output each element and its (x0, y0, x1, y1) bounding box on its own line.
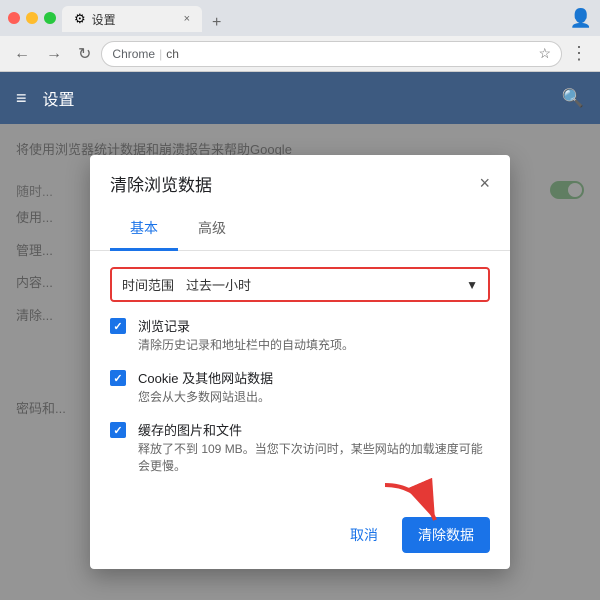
checkbox-title-3: 缓存的图片和文件 (138, 420, 490, 439)
checkbox-wrapper-3: ✓ (110, 422, 126, 438)
modal-overlay: 清除浏览数据 × 基本 高级 时间范围 过去一小时 ▼ (0, 124, 600, 600)
address-text: ch (166, 47, 534, 61)
dialog-title: 清除浏览数据 (110, 171, 212, 196)
dialog-footer: 取消 清除数据 (90, 505, 510, 569)
forward-button[interactable]: → (40, 41, 68, 67)
checkbox-item-cache: ✓ 缓存的图片和文件 释放了不到 109 MB。当您下次访问时，某些网站的加载速… (110, 420, 490, 475)
checkmark-icon-2: ✓ (113, 372, 122, 385)
checkmark-icon-3: ✓ (113, 424, 122, 437)
browser-frame: ⚙ 设置 × + 👤 ← → ↻ Chrome | ch ☆ ⋮ ≡ 设置 🔍 (0, 0, 600, 600)
checkbox-item-browsing-history: ✓ 浏览记录 清除历史记录和地址栏中的自动填充项。 (110, 316, 490, 354)
tab-advanced[interactable]: 高级 (178, 208, 246, 251)
checkbox-desc-1: 清除历史记录和地址栏中的自动填充项。 (138, 337, 354, 354)
page-content: ≡ 设置 🔍 将使用浏览器统计数据和崩溃报告来帮助Google 随时... 使用… (0, 72, 600, 600)
refresh-button[interactable]: ↻ (72, 40, 97, 68)
tab-close-button[interactable]: × (184, 13, 190, 25)
settings-background: 将使用浏览器统计数据和崩溃报告来帮助Google 随时... 使用... 管理.… (0, 124, 600, 600)
bookmark-star-icon[interactable]: ☆ (538, 45, 551, 62)
time-range-row[interactable]: 时间范围 过去一小时 ▼ (110, 267, 490, 302)
checkbox-content-2: Cookie 及其他网站数据 您会从大多数网站退出。 (138, 368, 273, 406)
traffic-lights (8, 12, 56, 24)
tab-basic[interactable]: 基本 (110, 208, 178, 251)
checkbox-cookies[interactable]: ✓ (110, 370, 126, 386)
checkbox-cache[interactable]: ✓ (110, 422, 126, 438)
settings-header: ≡ 设置 🔍 (0, 72, 600, 124)
dialog-header: 清除浏览数据 × (90, 155, 510, 196)
checkbox-wrapper-2: ✓ (110, 370, 126, 386)
chrome-label: Chrome (112, 47, 155, 61)
tab-settings-icon: ⚙ (74, 11, 86, 27)
back-button[interactable]: ← (8, 41, 36, 67)
checkbox-wrapper-1: ✓ (110, 318, 126, 334)
title-bar: ⚙ 设置 × + 👤 (0, 0, 600, 36)
profile-button[interactable]: 👤 (570, 8, 592, 29)
settings-page-title: 设置 (43, 86, 75, 110)
maximize-traffic-light[interactable] (44, 12, 56, 24)
close-traffic-light[interactable] (8, 12, 20, 24)
clear-data-button[interactable]: 清除数据 (402, 517, 490, 553)
dialog-body: 时间范围 过去一小时 ▼ ✓ 浏览记录 (90, 251, 510, 504)
new-tab-button[interactable]: + (206, 14, 227, 32)
checkbox-desc-3: 释放了不到 109 MB。当您下次访问时，某些网站的加载速度可能会更慢。 (138, 441, 490, 475)
checkbox-title-1: 浏览记录 (138, 316, 354, 335)
clear-browser-data-dialog: 清除浏览数据 × 基本 高级 时间范围 过去一小时 ▼ (90, 155, 510, 568)
active-tab[interactable]: ⚙ 设置 × (62, 6, 202, 32)
address-bar[interactable]: Chrome | ch ☆ (101, 41, 562, 67)
tab-label: 设置 (92, 11, 178, 28)
tab-bar: ⚙ 设置 × + (62, 4, 564, 32)
settings-search-icon[interactable]: 🔍 (562, 88, 584, 109)
time-range-label: 时间范围 (122, 275, 174, 294)
checkbox-content-1: 浏览记录 清除历史记录和地址栏中的自动填充项。 (138, 316, 354, 354)
dialog-close-button[interactable]: × (479, 173, 490, 194)
dropdown-arrow-icon: ▼ (466, 278, 478, 292)
dialog-tab-bar: 基本 高级 (90, 208, 510, 251)
checkbox-item-cookies: ✓ Cookie 及其他网站数据 您会从大多数网站退出。 (110, 368, 490, 406)
minimize-traffic-light[interactable] (26, 12, 38, 24)
more-options-button[interactable]: ⋮ (566, 43, 592, 64)
nav-bar: ← → ↻ Chrome | ch ☆ ⋮ (0, 36, 600, 72)
cancel-button[interactable]: 取消 (338, 517, 390, 553)
checkbox-browsing-history[interactable]: ✓ (110, 318, 126, 334)
checkmark-icon: ✓ (113, 320, 122, 333)
checkbox-content-3: 缓存的图片和文件 释放了不到 109 MB。当您下次访问时，某些网站的加载速度可… (138, 420, 490, 475)
checkbox-title-2: Cookie 及其他网站数据 (138, 368, 273, 387)
time-range-value: 过去一小时 (186, 275, 454, 294)
checkbox-desc-2: 您会从大多数网站退出。 (138, 389, 273, 406)
hamburger-menu-icon[interactable]: ≡ (16, 88, 27, 109)
